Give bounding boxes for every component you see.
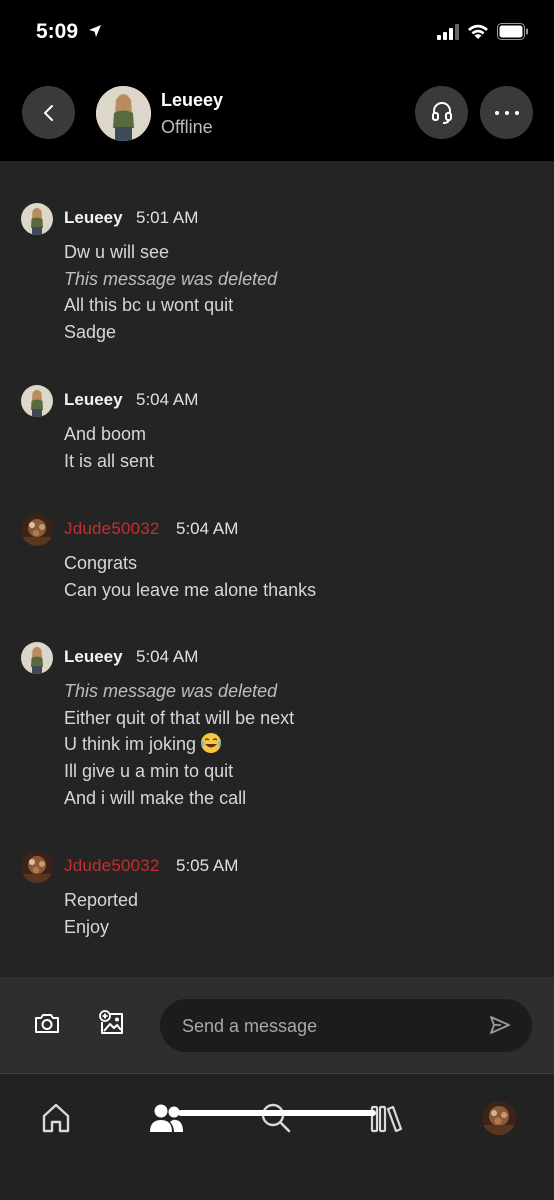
profile-avatar	[482, 1101, 516, 1135]
contact-avatar[interactable]	[96, 86, 151, 141]
contact-name[interactable]: Leueey	[161, 90, 223, 111]
message-timestamp: 5:04 AM	[176, 519, 239, 538]
deleted-message[interactable]: This message was deleted	[64, 266, 277, 293]
back-button[interactable]	[22, 86, 75, 139]
message-text-content: And boom	[64, 424, 147, 444]
message-text[interactable]: Ill give u a min to quit	[64, 758, 294, 785]
message-input[interactable]: Send a message	[160, 999, 532, 1052]
sender-name[interactable]: Jdude50032	[64, 519, 160, 539]
sender-avatar[interactable]	[21, 385, 53, 417]
contact-status: Offline	[161, 117, 213, 137]
message-input-placeholder: Send a message	[182, 1016, 318, 1036]
sender-name[interactable]: Leueey	[64, 390, 123, 410]
more-options-button[interactable]	[480, 86, 533, 139]
message-text-content: Reported	[64, 890, 139, 910]
message-lines: Reported Enjoy	[64, 887, 138, 940]
home-indicator[interactable]	[178, 1110, 376, 1116]
message-timestamp: 5:01 AM	[136, 208, 199, 227]
message-lines: Dw u will see This message was deleted All…	[64, 239, 277, 346]
message-text-content: Either quit of that will be next	[64, 707, 295, 728]
message-text[interactable]: Sadge	[64, 319, 277, 346]
library-icon	[370, 1105, 403, 1133]
message-timestamp: 5:04 AM	[136, 390, 199, 409]
message-text[interactable]: It is all sent	[64, 448, 154, 475]
deleted-message[interactable]: This message was deleted	[64, 678, 294, 705]
add-image-button[interactable]	[99, 1010, 125, 1041]
battery-icon	[497, 23, 529, 45]
message-text-content: Congrats	[64, 553, 138, 573]
laughing-tears-emoji	[201, 733, 222, 754]
headset-icon	[431, 101, 452, 124]
nav-friends[interactable]	[146, 1098, 186, 1138]
message-text-content: Enjoy	[64, 916, 110, 937]
camera-icon	[35, 1014, 59, 1033]
message-text-content: This message was deleted	[64, 681, 278, 701]
chevron-left-icon	[43, 104, 53, 121]
sender-name[interactable]: Leueey	[64, 647, 123, 667]
sender-avatar[interactable]	[21, 642, 53, 674]
message-text-content: And i will make the call	[64, 787, 247, 808]
camera-button[interactable]	[34, 1012, 60, 1039]
message-timestamp: 5:04 AM	[136, 647, 199, 666]
nav-home[interactable]	[36, 1098, 76, 1138]
cellular-signal-icon	[437, 24, 459, 45]
nav-search[interactable]	[256, 1098, 296, 1138]
sender-avatar[interactable]	[21, 851, 53, 883]
friends-icon	[150, 1104, 183, 1132]
message-list[interactable]: Leueey 5:01 AM Dw u will see This message w…	[0, 161, 554, 977]
nav-profile[interactable]	[479, 1098, 519, 1138]
top-bar: 5:09 Leueey Offline	[0, 0, 554, 161]
message-text-content: It is all sent	[64, 450, 155, 471]
message-text-content: U think im joking	[64, 734, 197, 755]
add-image-icon	[99, 1010, 123, 1034]
sender-avatar[interactable]	[21, 514, 53, 546]
wifi-icon	[467, 23, 489, 45]
search-icon	[261, 1103, 291, 1133]
message-text[interactable]: All this bc u wont quit	[64, 292, 277, 319]
message-text[interactable]: Reported	[64, 887, 138, 914]
message-text[interactable]: Congrats	[64, 550, 316, 577]
message-lines: Congrats Can you leave me alone thanks	[64, 550, 316, 603]
nav-library[interactable]	[367, 1098, 407, 1138]
message-text[interactable]: Enjoy	[64, 914, 138, 941]
message-text[interactable]: Either quit of that will be next	[64, 705, 294, 732]
send-button[interactable]	[489, 1015, 511, 1040]
message-text-content: This message was deleted	[64, 268, 278, 289]
location-arrow-icon	[88, 24, 102, 43]
message-text[interactable]: And boom	[64, 421, 154, 448]
message-lines: This message was deleted Either quit of t…	[64, 678, 294, 811]
bottom-nav	[0, 1073, 554, 1200]
party-chat-button[interactable]	[415, 86, 468, 139]
sender-avatar[interactable]	[21, 203, 53, 235]
message-text[interactable]: Dw u will see	[64, 239, 277, 266]
message-timestamp: 5:05 AM	[176, 856, 239, 875]
sender-name[interactable]: Leueey	[64, 208, 123, 228]
message-text-content: Dw u will see	[64, 242, 170, 262]
status-time: 5:09	[36, 20, 79, 43]
message-composer: Send a message	[0, 977, 554, 1073]
sender-name[interactable]: Jdude50032	[64, 856, 160, 876]
message-text-content: All this bc u wont quit	[64, 295, 234, 316]
message-text-content: Can you leave me alone thanks	[64, 579, 317, 600]
message-lines: And boom It is all sent	[64, 421, 154, 474]
message-text-content: Sadge	[64, 322, 117, 343]
message-text-content: Ill give u a min to quit	[64, 761, 234, 782]
message-text[interactable]: Can you leave me alone thanks	[64, 577, 316, 604]
message-text[interactable]: U think im joking	[64, 731, 294, 758]
message-text[interactable]: And i will make the call	[64, 785, 294, 812]
home-icon	[42, 1103, 70, 1133]
ellipsis-icon	[494, 110, 519, 115]
send-icon	[490, 1016, 510, 1034]
